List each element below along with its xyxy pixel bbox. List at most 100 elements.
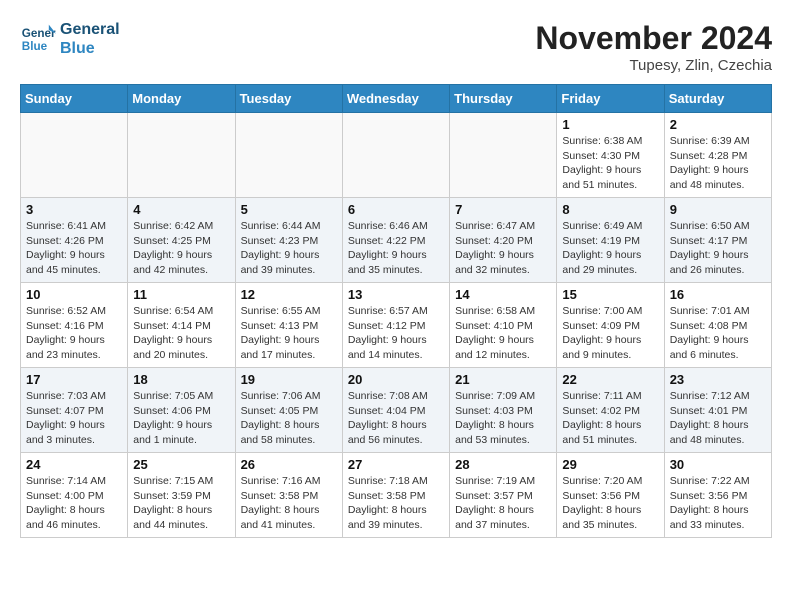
day-info: Sunrise: 7:06 AM Sunset: 4:05 PM Dayligh… — [241, 389, 337, 448]
calendar-cell: 24Sunrise: 7:14 AM Sunset: 4:00 PM Dayli… — [21, 453, 128, 538]
calendar-week-row: 17 Sunrise: 7:03 AM Sunset: 4:07 PM Dayli… — [21, 368, 772, 453]
calendar-cell: 14 Sunrise: 6:58 AM Sunset: 4:10 PM Dayli… — [450, 283, 557, 368]
header-monday: Monday — [128, 85, 235, 113]
day-info: Sunrise: 7:05 AM Sunset: 4:06 PM Dayligh… — [133, 389, 229, 448]
day-number: 2 — [670, 117, 766, 132]
day-number: 27 — [348, 457, 444, 472]
header-sunday: Sunday — [21, 85, 128, 113]
calendar-cell: 1 Sunrise: 6:38 AM Sunset: 4:30 PM Daylig… — [557, 113, 664, 198]
calendar-cell: 15 Sunrise: 7:00 AM Sunset: 4:09 PM Dayli… — [557, 283, 664, 368]
day-number: 19 — [241, 372, 337, 387]
day-number: 25 — [133, 457, 229, 472]
day-number: 29 — [562, 457, 658, 472]
day-number: 22 — [562, 372, 658, 387]
day-info: Sunrise: 6:54 AM Sunset: 4:14 PM Dayligh… — [133, 304, 229, 363]
day-info: Sunrise: 6:57 AM Sunset: 4:12 PM Dayligh… — [348, 304, 444, 363]
day-info: Sunrise: 6:38 AM Sunset: 4:30 PM Dayligh… — [562, 134, 658, 193]
day-number: 24 — [26, 457, 122, 472]
day-info: Sunrise: 7:15 AM Sunset: 3:59 PM Dayligh… — [133, 474, 229, 533]
title-area: November 2024 Tupesy, Zlin, Czechia — [535, 20, 772, 74]
day-info: Sunrise: 7:12 AM Sunset: 4:01 PM Dayligh… — [670, 389, 766, 448]
day-info: Sunrise: 6:55 AM Sunset: 4:13 PM Dayligh… — [241, 304, 337, 363]
calendar-cell: 7 Sunrise: 6:47 AM Sunset: 4:20 PM Daylig… — [450, 198, 557, 283]
calendar-week-row: 10Sunrise: 6:52 AM Sunset: 4:16 PM Dayli… — [21, 283, 772, 368]
calendar-cell: 8 Sunrise: 6:49 AM Sunset: 4:19 PM Daylig… — [557, 198, 664, 283]
header-wednesday: Wednesday — [342, 85, 449, 113]
day-number: 6 — [348, 202, 444, 217]
day-number: 20 — [348, 372, 444, 387]
calendar-cell: 17 Sunrise: 7:03 AM Sunset: 4:07 PM Dayli… — [21, 368, 128, 453]
calendar-cell: 10Sunrise: 6:52 AM Sunset: 4:16 PM Dayli… — [21, 283, 128, 368]
day-info: Sunrise: 7:16 AM Sunset: 3:58 PM Dayligh… — [241, 474, 337, 533]
day-number: 3 — [26, 202, 122, 217]
calendar-cell: 2Sunrise: 6:39 AM Sunset: 4:28 PM Daylig… — [664, 113, 771, 198]
calendar-header-row: SundayMondayTuesdayWednesdayThursdayFrid… — [21, 85, 772, 113]
calendar-cell: 11 Sunrise: 6:54 AM Sunset: 4:14 PM Dayli… — [128, 283, 235, 368]
calendar-cell: 21 Sunrise: 7:09 AM Sunset: 4:03 PM Dayli… — [450, 368, 557, 453]
day-number: 16 — [670, 287, 766, 302]
day-number: 4 — [133, 202, 229, 217]
day-number: 12 — [241, 287, 337, 302]
calendar-cell — [21, 113, 128, 198]
calendar-cell: 25 Sunrise: 7:15 AM Sunset: 3:59 PM Dayli… — [128, 453, 235, 538]
day-info: Sunrise: 6:50 AM Sunset: 4:17 PM Dayligh… — [670, 219, 766, 278]
calendar-cell: 6 Sunrise: 6:46 AM Sunset: 4:22 PM Daylig… — [342, 198, 449, 283]
day-info: Sunrise: 7:03 AM Sunset: 4:07 PM Dayligh… — [26, 389, 122, 448]
logo-line1: General — [60, 20, 120, 39]
day-number: 18 — [133, 372, 229, 387]
calendar-cell: 19 Sunrise: 7:06 AM Sunset: 4:05 PM Dayli… — [235, 368, 342, 453]
day-info: Sunrise: 7:01 AM Sunset: 4:08 PM Dayligh… — [670, 304, 766, 363]
day-info: Sunrise: 7:09 AM Sunset: 4:03 PM Dayligh… — [455, 389, 551, 448]
day-number: 23 — [670, 372, 766, 387]
header-thursday: Thursday — [450, 85, 557, 113]
calendar-cell: 28Sunrise: 7:19 AM Sunset: 3:57 PM Dayli… — [450, 453, 557, 538]
calendar-cell: 4 Sunrise: 6:42 AM Sunset: 4:25 PM Daylig… — [128, 198, 235, 283]
calendar-cell — [450, 113, 557, 198]
calendar-cell: 3 Sunrise: 6:41 AM Sunset: 4:26 PM Daylig… — [21, 198, 128, 283]
header-tuesday: Tuesday — [235, 85, 342, 113]
calendar-week-row: 3 Sunrise: 6:41 AM Sunset: 4:26 PM Daylig… — [21, 198, 772, 283]
day-number: 9 — [670, 202, 766, 217]
day-number: 13 — [348, 287, 444, 302]
logo-icon: General Blue — [20, 21, 56, 57]
calendar-cell: 23 Sunrise: 7:12 AM Sunset: 4:01 PM Dayli… — [664, 368, 771, 453]
day-number: 17 — [26, 372, 122, 387]
svg-text:Blue: Blue — [22, 40, 48, 53]
day-info: Sunrise: 7:00 AM Sunset: 4:09 PM Dayligh… — [562, 304, 658, 363]
day-number: 10 — [26, 287, 122, 302]
day-number: 5 — [241, 202, 337, 217]
calendar-cell: 16 Sunrise: 7:01 AM Sunset: 4:08 PM Dayli… — [664, 283, 771, 368]
day-number: 1 — [562, 117, 658, 132]
day-number: 26 — [241, 457, 337, 472]
day-info: Sunrise: 7:11 AM Sunset: 4:02 PM Dayligh… — [562, 389, 658, 448]
calendar-cell: 12 Sunrise: 6:55 AM Sunset: 4:13 PM Dayli… — [235, 283, 342, 368]
day-number: 21 — [455, 372, 551, 387]
day-info: Sunrise: 7:22 AM Sunset: 3:56 PM Dayligh… — [670, 474, 766, 533]
day-number: 15 — [562, 287, 658, 302]
calendar-cell — [128, 113, 235, 198]
day-info: Sunrise: 7:08 AM Sunset: 4:04 PM Dayligh… — [348, 389, 444, 448]
header-friday: Friday — [557, 85, 664, 113]
header: General Blue General Blue November 2024 … — [20, 20, 772, 74]
calendar-cell: 18 Sunrise: 7:05 AM Sunset: 4:06 PM Dayli… — [128, 368, 235, 453]
day-number: 11 — [133, 287, 229, 302]
day-info: Sunrise: 6:47 AM Sunset: 4:20 PM Dayligh… — [455, 219, 551, 278]
day-number: 7 — [455, 202, 551, 217]
day-info: Sunrise: 7:19 AM Sunset: 3:57 PM Dayligh… — [455, 474, 551, 533]
day-info: Sunrise: 6:58 AM Sunset: 4:10 PM Dayligh… — [455, 304, 551, 363]
month-title: November 2024 — [535, 20, 772, 57]
day-info: Sunrise: 6:42 AM Sunset: 4:25 PM Dayligh… — [133, 219, 229, 278]
logo: General Blue General Blue — [20, 20, 120, 58]
day-number: 14 — [455, 287, 551, 302]
calendar-cell: 9 Sunrise: 6:50 AM Sunset: 4:17 PM Daylig… — [664, 198, 771, 283]
day-info: Sunrise: 6:49 AM Sunset: 4:19 PM Dayligh… — [562, 219, 658, 278]
day-number: 8 — [562, 202, 658, 217]
day-info: Sunrise: 6:46 AM Sunset: 4:22 PM Dayligh… — [348, 219, 444, 278]
day-info: Sunrise: 6:41 AM Sunset: 4:26 PM Dayligh… — [26, 219, 122, 278]
day-info: Sunrise: 6:44 AM Sunset: 4:23 PM Dayligh… — [241, 219, 337, 278]
calendar-cell: 13 Sunrise: 6:57 AM Sunset: 4:12 PM Dayli… — [342, 283, 449, 368]
calendar-week-row: 24Sunrise: 7:14 AM Sunset: 4:00 PM Dayli… — [21, 453, 772, 538]
calendar-cell — [342, 113, 449, 198]
calendar-cell: 27Sunrise: 7:18 AM Sunset: 3:58 PM Dayli… — [342, 453, 449, 538]
day-info: Sunrise: 7:20 AM Sunset: 3:56 PM Dayligh… — [562, 474, 658, 533]
